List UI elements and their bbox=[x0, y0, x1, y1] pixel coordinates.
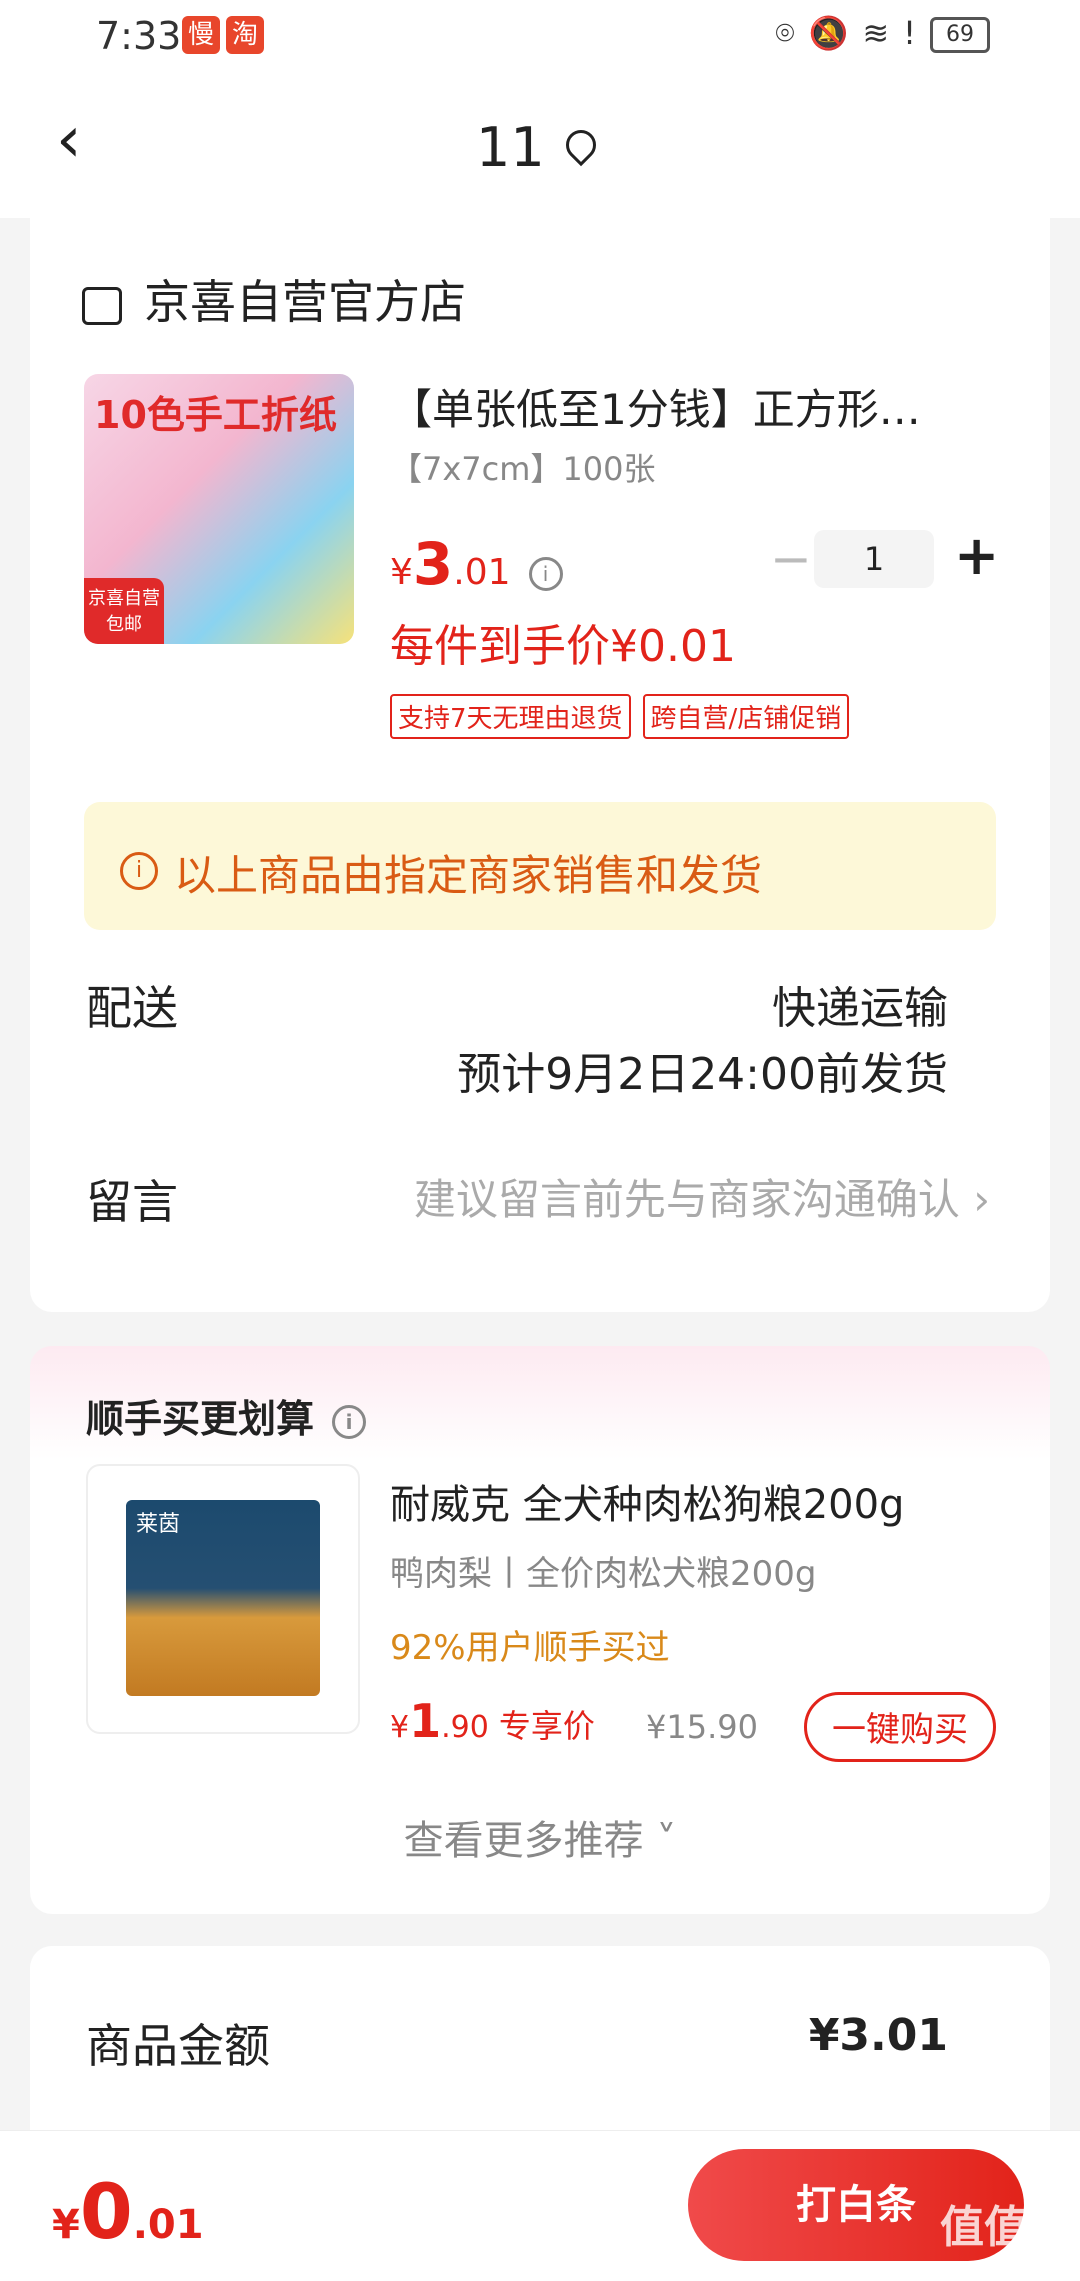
store-icon bbox=[82, 286, 122, 325]
product-spec[interactable]: 【7x7cm】100张 bbox=[390, 444, 656, 490]
status-time: 7:33 bbox=[96, 14, 182, 58]
location-pin-icon[interactable] bbox=[559, 123, 603, 167]
wifi-icon: ≋ bbox=[862, 14, 904, 52]
price-decimal: .01 bbox=[453, 552, 511, 593]
tag-promo: 跨自营/店铺促销 bbox=[642, 694, 850, 739]
total-price: ¥0.01 bbox=[52, 2167, 204, 2256]
alert-icon: ! bbox=[903, 14, 930, 52]
recommend-popularity: 92%用户顺手买过 bbox=[390, 1628, 670, 1668]
recommend-card: 顺手买更划算 i 莱茵 耐威克 全犬种肉松狗粮200g 鸭肉梨丨全价肉松犬粮200… bbox=[30, 1346, 1050, 1914]
back-icon[interactable]: ‹ bbox=[56, 108, 82, 172]
status-bar: 7:33 慢 淘 ⌾🔕≋! 69 bbox=[0, 0, 1080, 72]
seller-notice: i 以上商品由指定商家销售和发货 bbox=[84, 802, 996, 930]
delivery-label: 配送 bbox=[86, 981, 178, 1035]
product-price: ¥3.01 i bbox=[390, 530, 563, 598]
original-price: ¥15.90 bbox=[646, 1708, 758, 1746]
plus-button[interactable]: + bbox=[954, 524, 999, 587]
recommend-title: 顺手买更划算 i bbox=[86, 1388, 367, 1443]
product-image-badge: 京喜自营 包邮 bbox=[84, 578, 164, 644]
goods-amount-label: 商品金额 bbox=[86, 2019, 270, 2073]
mute-icon: 🔕 bbox=[808, 14, 863, 52]
per-item-price: 每件到手价¥0.01 bbox=[390, 621, 736, 672]
app-badge-2: 淘 bbox=[226, 16, 264, 54]
tag-return: 支持7天无理由退货 bbox=[390, 694, 631, 739]
recommend-product-name[interactable]: 耐威克 全犬种肉松狗粮200g bbox=[390, 1472, 904, 1530]
checkout-bar: ¥0.01 打白条 值值值 bbox=[0, 2130, 1080, 2281]
status-icons: ⌾🔕≋! 69 bbox=[775, 14, 990, 53]
app-badge-1: 慢 bbox=[182, 16, 220, 54]
product-tags: 支持7天无理由退货 跨自营/店铺促销 bbox=[390, 694, 861, 739]
shop-card: 京喜自营官方店 10色手工折纸 京喜自营 包邮 【单张低至1分钱】正方形… 【7… bbox=[30, 216, 1050, 1312]
message-input[interactable]: 建议留言前先与商家沟通确认 › bbox=[414, 1166, 990, 1227]
product-image-text: 10色手工折纸 bbox=[94, 393, 337, 437]
product-title[interactable]: 【单张低至1分钱】正方形… bbox=[390, 376, 1010, 437]
delivery-eta: 预计9月2日24:00前发货 bbox=[457, 1049, 948, 1100]
store-name: 京喜自营官方店 bbox=[144, 275, 466, 329]
recommend-price: ¥1.90 专享价 bbox=[390, 1694, 595, 1748]
watermark: 值值值 bbox=[940, 2202, 1072, 2253]
quantity-input[interactable]: 1 bbox=[814, 530, 934, 588]
battery-icon: 69 bbox=[930, 17, 990, 53]
price-info-icon[interactable]: i bbox=[528, 557, 563, 591]
recommend-product-image[interactable]: 莱茵 bbox=[86, 1464, 360, 1734]
seller-notice-text: 以上商品由指定商家销售和发货 bbox=[174, 851, 763, 900]
minus-button[interactable]: − bbox=[770, 530, 812, 588]
product-image[interactable]: 10色手工折纸 京喜自营 包邮 bbox=[84, 374, 354, 644]
store-name-row[interactable]: 京喜自营官方店 bbox=[82, 266, 466, 332]
info-icon: i bbox=[120, 852, 158, 890]
goods-amount-value: ¥3.01 bbox=[808, 2010, 948, 2061]
one-click-buy-button[interactable]: 一键购买 bbox=[804, 1692, 996, 1762]
recommend-info-icon[interactable]: i bbox=[332, 1404, 367, 1439]
message-label: 留言 bbox=[86, 1175, 178, 1229]
see-more-recommendations[interactable]: 查看更多推荐 ˅ bbox=[30, 1808, 1050, 1866]
recommend-product-subtitle: 鸭肉梨丨全价肉松犬粮200g bbox=[390, 1554, 817, 1594]
recommend-brand: 莱茵 bbox=[136, 1512, 181, 1537]
price-currency: ¥ bbox=[390, 552, 413, 593]
exclusive-price-label: 专享价 bbox=[498, 1707, 595, 1745]
delivery-method: 快递运输 bbox=[772, 983, 948, 1034]
location-icon: ⌾ bbox=[775, 14, 809, 52]
page-title: 11 bbox=[476, 116, 545, 179]
price-integer: 3 bbox=[412, 530, 454, 598]
page-header: ‹ 11 bbox=[0, 72, 1080, 218]
